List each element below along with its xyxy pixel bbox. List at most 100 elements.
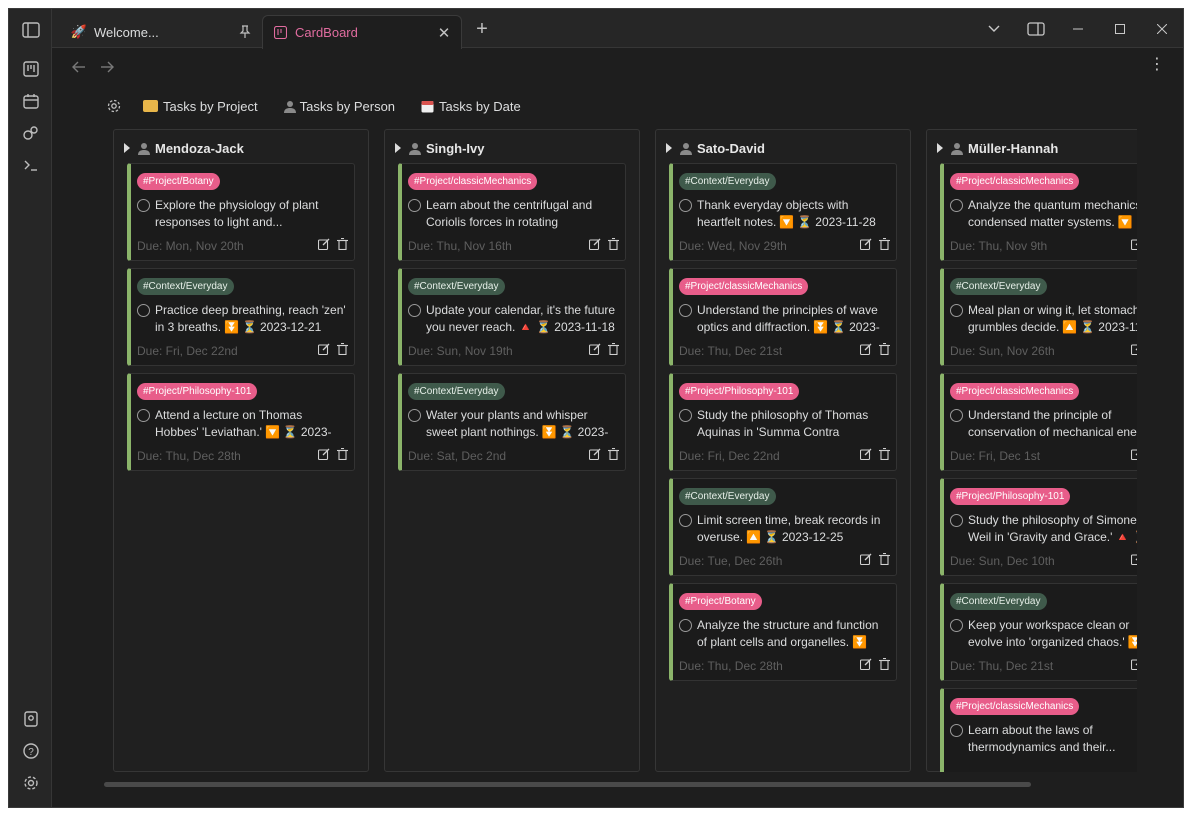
edit-icon[interactable] bbox=[860, 342, 872, 355]
caret-right-icon[interactable] bbox=[937, 143, 943, 153]
terminal-icon[interactable] bbox=[9, 150, 52, 180]
edit-icon[interactable] bbox=[860, 237, 872, 250]
board-tab-date[interactable]: Tasks by Date bbox=[421, 99, 521, 114]
delete-icon[interactable] bbox=[607, 237, 619, 250]
calendar-icon[interactable] bbox=[9, 86, 52, 116]
caret-right-icon[interactable] bbox=[124, 143, 130, 153]
task-card[interactable]: #Context/Everyday Thank everyday objects… bbox=[669, 163, 897, 261]
delete-icon[interactable] bbox=[336, 447, 348, 460]
task-card[interactable]: #Context/Everyday Update your calendar, … bbox=[398, 268, 626, 366]
close-window-icon[interactable] bbox=[1141, 9, 1183, 48]
tab-cardboard[interactable]: CardBoard ✕ bbox=[262, 15, 462, 49]
edit-icon[interactable] bbox=[1131, 237, 1137, 250]
task-card[interactable]: #Project/Botany Analyze the structure an… bbox=[669, 583, 897, 681]
task-checkbox[interactable] bbox=[679, 409, 692, 422]
tag-badge[interactable]: #Project/classicMechanics bbox=[950, 383, 1080, 400]
task-card[interactable]: #Project/classicMechanics Learn about th… bbox=[940, 688, 1137, 772]
tag-badge[interactable]: #Project/Botany bbox=[137, 173, 220, 190]
edit-icon[interactable] bbox=[1131, 657, 1137, 670]
chevron-down-icon[interactable] bbox=[973, 9, 1015, 48]
forward-arrow-icon[interactable] bbox=[98, 58, 116, 76]
board-settings-icon[interactable] bbox=[105, 97, 123, 115]
task-checkbox[interactable] bbox=[679, 199, 692, 212]
tag-badge[interactable]: #Project/Philosophy-101 bbox=[137, 383, 258, 400]
tag-badge[interactable]: #Project/Philosophy-101 bbox=[679, 383, 800, 400]
close-tab-icon[interactable]: ✕ bbox=[437, 25, 451, 42]
delete-icon[interactable] bbox=[607, 447, 619, 460]
caret-right-icon[interactable] bbox=[666, 143, 672, 153]
column-header[interactable]: Sato-David bbox=[666, 139, 765, 157]
edit-icon[interactable] bbox=[589, 237, 601, 250]
task-checkbox[interactable] bbox=[408, 409, 421, 422]
edit-icon[interactable] bbox=[1131, 552, 1137, 565]
task-card[interactable]: #Project/Philosophy-101 Study the philos… bbox=[940, 478, 1137, 576]
help-icon[interactable]: ? bbox=[9, 736, 52, 766]
task-card[interactable]: #Project/Botany Explore the physiology o… bbox=[127, 163, 355, 261]
delete-icon[interactable] bbox=[336, 237, 348, 250]
edit-icon[interactable] bbox=[1131, 447, 1137, 460]
tag-badge[interactable]: #Context/Everyday bbox=[679, 173, 776, 190]
task-checkbox[interactable] bbox=[679, 304, 692, 317]
tag-badge[interactable]: #Project/Philosophy-101 bbox=[950, 488, 1071, 505]
horizontal-scrollbar[interactable] bbox=[104, 782, 1031, 787]
task-card[interactable]: #Context/Everyday Practice deep breathin… bbox=[127, 268, 355, 366]
task-checkbox[interactable] bbox=[408, 199, 421, 212]
task-checkbox[interactable] bbox=[950, 304, 963, 317]
tag-badge[interactable]: #Context/Everyday bbox=[950, 593, 1047, 610]
task-checkbox[interactable] bbox=[950, 514, 963, 527]
new-tab-icon[interactable]: + bbox=[470, 17, 494, 41]
task-card[interactable]: #Project/classicMechanics Learn about th… bbox=[398, 163, 626, 261]
pin-icon[interactable] bbox=[238, 25, 252, 39]
more-options-icon[interactable]: ⋮ bbox=[1149, 57, 1165, 73]
delete-icon[interactable] bbox=[878, 552, 890, 565]
minimize-icon[interactable] bbox=[1057, 9, 1099, 48]
edit-icon[interactable] bbox=[860, 657, 872, 670]
task-card[interactable]: #Project/classicMechanics Understand the… bbox=[940, 373, 1137, 471]
task-checkbox[interactable] bbox=[408, 304, 421, 317]
delete-icon[interactable] bbox=[878, 237, 890, 250]
edit-icon[interactable] bbox=[860, 552, 872, 565]
task-checkbox[interactable] bbox=[950, 199, 963, 212]
column-header[interactable]: Singh-Ivy bbox=[395, 139, 485, 157]
tag-badge[interactable]: #Context/Everyday bbox=[408, 383, 505, 400]
edit-icon[interactable] bbox=[318, 447, 330, 460]
column-header[interactable]: Mendoza-Jack bbox=[124, 139, 244, 157]
column-header[interactable]: Müller-Hannah bbox=[937, 139, 1058, 157]
delete-icon[interactable] bbox=[336, 342, 348, 355]
edit-icon[interactable] bbox=[589, 342, 601, 355]
edit-icon[interactable] bbox=[318, 342, 330, 355]
task-card[interactable]: #Context/Everyday Limit screen time, bre… bbox=[669, 478, 897, 576]
tag-badge[interactable]: #Context/Everyday bbox=[679, 488, 776, 505]
tag-badge[interactable]: #Project/Botany bbox=[679, 593, 762, 610]
tag-badge[interactable]: #Project/classicMechanics bbox=[679, 278, 809, 295]
vault-icon[interactable] bbox=[9, 704, 52, 734]
cardboard-icon[interactable] bbox=[9, 54, 52, 84]
board-tab-project[interactable]: Tasks by Project bbox=[143, 99, 258, 114]
back-arrow-icon[interactable] bbox=[70, 58, 88, 76]
tag-badge[interactable]: #Project/classicMechanics bbox=[408, 173, 538, 190]
task-checkbox[interactable] bbox=[679, 619, 692, 632]
task-checkbox[interactable] bbox=[950, 409, 963, 422]
board-tab-person[interactable]: Tasks by Person bbox=[283, 99, 395, 114]
task-card[interactable]: #Project/Philosophy-101 Attend a lecture… bbox=[127, 373, 355, 471]
delete-icon[interactable] bbox=[878, 447, 890, 460]
delete-icon[interactable] bbox=[878, 657, 890, 670]
task-checkbox[interactable] bbox=[137, 409, 150, 422]
settings-icon[interactable] bbox=[9, 768, 52, 798]
graph-icon[interactable] bbox=[9, 118, 52, 148]
edit-icon[interactable] bbox=[589, 447, 601, 460]
tag-badge[interactable]: #Context/Everyday bbox=[950, 278, 1047, 295]
sidebar-toggle-icon[interactable] bbox=[9, 15, 52, 45]
task-checkbox[interactable] bbox=[137, 199, 150, 212]
edit-icon[interactable] bbox=[1131, 342, 1137, 355]
right-sidebar-icon[interactable] bbox=[1015, 9, 1057, 48]
task-card[interactable]: #Context/Everyday Water your plants and … bbox=[398, 373, 626, 471]
delete-icon[interactable] bbox=[607, 342, 619, 355]
tab-welcome[interactable]: 🚀 Welcome... bbox=[62, 15, 262, 49]
tag-badge[interactable]: #Context/Everyday bbox=[137, 278, 234, 295]
task-card[interactable]: #Context/Everyday Keep your workspace cl… bbox=[940, 583, 1137, 681]
task-card[interactable]: #Project/Philosophy-101 Study the philos… bbox=[669, 373, 897, 471]
maximize-icon[interactable] bbox=[1099, 9, 1141, 48]
task-checkbox[interactable] bbox=[950, 724, 963, 737]
edit-icon[interactable] bbox=[860, 447, 872, 460]
